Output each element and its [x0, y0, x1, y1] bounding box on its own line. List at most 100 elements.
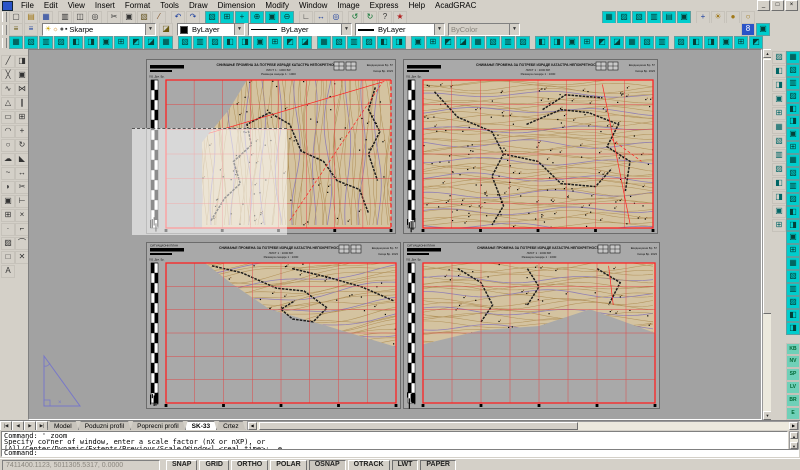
grac-tool-icon[interactable]: ▨	[772, 163, 786, 176]
mtext-icon[interactable]: A	[1, 265, 15, 278]
spline-icon[interactable]: ~	[1, 167, 15, 180]
grac-tool-icon[interactable]: ◧	[786, 309, 800, 322]
point-icon[interactable]: ·	[1, 223, 15, 236]
toggle-osnap[interactable]: OSNAP	[309, 460, 346, 470]
grac-tool-icon[interactable]: ▣	[772, 205, 786, 218]
grac-tool-icon[interactable]: ▨	[208, 36, 222, 49]
grac-tool-icon[interactable]: ⊞	[114, 36, 128, 49]
grac-tool-icon[interactable]: ▧	[772, 135, 786, 148]
insert-block-icon[interactable]: ▣	[1, 195, 15, 208]
grac-tool-icon[interactable]: ▧	[332, 36, 346, 49]
regen-icon[interactable]: ↻	[363, 11, 377, 24]
scroll-left-icon[interactable]: ◀	[248, 422, 257, 430]
grac-layer-set-icon[interactable]: E	[786, 407, 800, 420]
grac-tool-icon[interactable]: ▨	[772, 51, 786, 64]
grac-layer-set-icon[interactable]: SP	[786, 368, 800, 381]
copy-icon[interactable]: ▣	[122, 11, 136, 24]
menu-edit[interactable]: Edit	[39, 0, 63, 11]
polyline-icon[interactable]: ∿	[1, 83, 15, 96]
line-icon[interactable]: ╱	[1, 55, 15, 68]
grac-tool-icon[interactable]: ▥	[501, 36, 515, 49]
redo-icon[interactable]: ↷	[186, 11, 200, 24]
grac-tool-icon[interactable]: ▨	[786, 90, 800, 103]
undo-icon[interactable]: ↶	[171, 11, 185, 24]
chevron-down-icon[interactable]: ▼	[434, 24, 444, 35]
grac-survey-icon[interactable]: ▦	[602, 11, 616, 24]
grac-tool-icon[interactable]: ▥	[786, 180, 800, 193]
menu-file[interactable]: File	[16, 0, 39, 11]
grac-tool-icon[interactable]: ⊞	[772, 219, 786, 232]
grac-tool-icon[interactable]: ⊞	[772, 107, 786, 120]
color-dropdown[interactable]: ByLayer ▼	[177, 23, 245, 36]
grac-tool-icon[interactable]: ▦	[625, 36, 639, 49]
paste-icon[interactable]: ▧	[137, 11, 151, 24]
grac-tool-icon[interactable]: ◧	[223, 36, 237, 49]
chevron-down-icon[interactable]: ▼	[234, 24, 244, 35]
horizontal-scroll-thumb[interactable]	[259, 422, 578, 430]
grac-tool-icon[interactable]: ◩	[283, 36, 297, 49]
scroll-down-icon[interactable]: ▼	[790, 442, 798, 449]
grac-tool-icon[interactable]: ◩	[595, 36, 609, 49]
named-views-icon[interactable]: ◎	[329, 11, 343, 24]
array-icon[interactable]: ⊞	[15, 111, 29, 124]
grac-tool-icon[interactable]: ◨	[238, 36, 252, 49]
ellipse-icon[interactable]: ◗	[1, 181, 15, 194]
ucs-icon[interactable]: ∟	[299, 11, 313, 24]
grac-tool-icon[interactable]: ◧	[69, 36, 83, 49]
command-scrollbar[interactable]: ▲ ▼	[789, 431, 799, 450]
chamfer-icon[interactable]: ⌐	[15, 223, 29, 236]
grac-tool-icon[interactable]: ◨	[772, 191, 786, 204]
toggle-grid[interactable]: GRID	[199, 460, 229, 470]
grac-tool-icon[interactable]: ◧	[689, 36, 703, 49]
match-properties-icon[interactable]: ⁄	[152, 11, 166, 24]
grac-tool-icon[interactable]: ▣	[756, 23, 770, 36]
grac-tool-icon[interactable]: ◨	[786, 322, 800, 335]
grac-tool-icon[interactable]: ▥	[347, 36, 361, 49]
grac-export-icon[interactable]: ▤	[662, 11, 676, 24]
new-icon[interactable]: ▢	[9, 11, 23, 24]
light-icon[interactable]: ☀	[711, 11, 725, 24]
drawing-area[interactable]: СНИМАЊЕ ПРОМЕНА ЗА ПОТРЕБЕ ИЗРАДЕ КАТАСТ…	[28, 49, 762, 420]
grac-tool-icon[interactable]: ◪	[456, 36, 470, 49]
grac-tool-icon[interactable]: ▦	[471, 36, 485, 49]
grac-layer-set-icon[interactable]: NV	[786, 355, 800, 368]
grac-tool-icon[interactable]: ◪	[298, 36, 312, 49]
revcloud-icon[interactable]: ☁	[1, 153, 15, 166]
grac-tool-icon[interactable]: ⊞	[426, 36, 440, 49]
minimize-button[interactable]: _	[757, 0, 770, 11]
fillet-icon[interactable]: ⌒	[15, 237, 29, 250]
grac-tool-icon[interactable]: ◩	[129, 36, 143, 49]
arc-icon[interactable]: ◠	[1, 125, 15, 138]
toggle-otrack[interactable]: OTRACK	[348, 460, 390, 470]
point-style-icon[interactable]: +	[696, 11, 710, 24]
help-icon[interactable]: ?	[378, 11, 392, 24]
grac-tool-icon[interactable]: ▦	[786, 154, 800, 167]
chevron-down-icon[interactable]: ▼	[145, 24, 155, 35]
menu-view[interactable]: View	[63, 0, 90, 11]
stretch-icon[interactable]: ↔	[15, 167, 29, 180]
grac-tool-icon[interactable]: ▣	[99, 36, 113, 49]
cut-icon[interactable]: ✂	[107, 11, 121, 24]
grac-tool-icon[interactable]: ◨	[786, 219, 800, 232]
offset-icon[interactable]: ∥	[15, 97, 29, 110]
grac-tool-icon[interactable]: ◧	[535, 36, 549, 49]
grac-tool-icon[interactable]: ▨	[786, 193, 800, 206]
menu-help[interactable]: Help	[404, 0, 430, 11]
zoom-previous-icon[interactable]: ⊖	[280, 11, 294, 24]
menu-window[interactable]: Window	[294, 0, 332, 11]
menu-insert[interactable]: Insert	[90, 0, 120, 11]
grac-tool-icon[interactable]: ◨	[550, 36, 564, 49]
grac-tool-icon[interactable]: ⊞	[580, 36, 594, 49]
lock-icon[interactable]: ●	[726, 11, 740, 24]
grac-tool-icon[interactable]: ▨	[362, 36, 376, 49]
toggle-lwt[interactable]: LWT	[392, 460, 419, 470]
grac-tool-icon[interactable]: ▨	[674, 36, 688, 49]
find-icon[interactable]: ◎	[88, 11, 102, 24]
scroll-right-icon[interactable]: ▶	[789, 422, 798, 430]
command-input[interactable]: Command:	[1, 449, 799, 457]
erase-icon[interactable]: ◨	[15, 55, 29, 68]
express-tools-icon[interactable]: ★	[393, 11, 407, 24]
toggle-polar[interactable]: POLAR	[270, 460, 307, 470]
toggle-paper[interactable]: PAPER	[420, 460, 456, 470]
grac-tool-icon[interactable]: ▦	[9, 36, 23, 49]
